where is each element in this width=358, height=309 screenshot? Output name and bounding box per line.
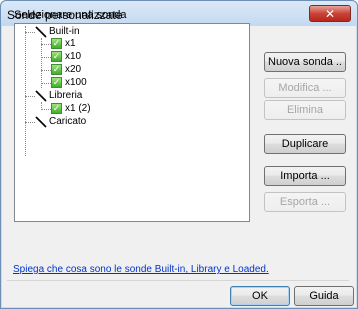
tree-branch	[25, 122, 35, 123]
tree-node-x1[interactable]: x1	[65, 38, 76, 50]
tree-node-x20[interactable]: x20	[65, 64, 81, 76]
dialog-content: Selezionare una sonda Built-in ✓ x1 ✓ x1…	[0, 0, 358, 309]
duplicate-button[interactable]: Duplicare	[264, 134, 346, 154]
tree-node-x1-2[interactable]: x1 (2)	[65, 103, 91, 115]
help-button[interactable]: Guida	[294, 286, 354, 306]
check-icon: ✓	[51, 51, 62, 62]
tree-branch	[41, 57, 51, 58]
select-probe-label: Selezionare una sonda	[14, 9, 127, 21]
probe-icon	[35, 90, 47, 102]
edit-button[interactable]: Modifica ...	[264, 78, 346, 98]
tree-node-library[interactable]: Libreria	[49, 90, 82, 102]
export-button[interactable]: Esporta ...	[264, 192, 346, 212]
tree-branch	[41, 109, 51, 110]
check-icon: ✓	[51, 77, 62, 88]
probe-icon	[35, 26, 47, 38]
new-probe-button[interactable]: Nuova sonda ..	[264, 52, 346, 72]
tree-node-x10[interactable]: x10	[65, 51, 81, 63]
probe-icon	[35, 116, 47, 128]
tree-child-line	[41, 38, 42, 88]
check-icon: ✓	[51, 103, 62, 114]
tree-branch	[25, 32, 35, 33]
footer-divider	[7, 280, 349, 281]
tree-branch	[41, 83, 51, 84]
help-link[interactable]: Spiega che cosa sono le sonde Built-in, …	[13, 264, 269, 275]
tree-node-x100[interactable]: x100	[65, 77, 87, 89]
delete-button[interactable]: Elimina	[264, 100, 346, 120]
tree-branch	[25, 96, 35, 97]
ok-button[interactable]: OK	[230, 286, 290, 306]
tree-branch	[41, 44, 51, 45]
tree-branch	[41, 70, 51, 71]
check-icon: ✓	[51, 64, 62, 75]
tree-node-built-in[interactable]: Built-in	[49, 26, 80, 38]
tree-node-loaded[interactable]: Caricato	[49, 116, 86, 128]
probe-tree[interactable]: Built-in ✓ x1 ✓ x10 ✓ x20 ✓ x100 Libreri…	[14, 23, 250, 222]
tree-root-line	[25, 26, 26, 156]
check-icon: ✓	[51, 38, 62, 49]
import-button[interactable]: Importa ...	[264, 166, 346, 186]
